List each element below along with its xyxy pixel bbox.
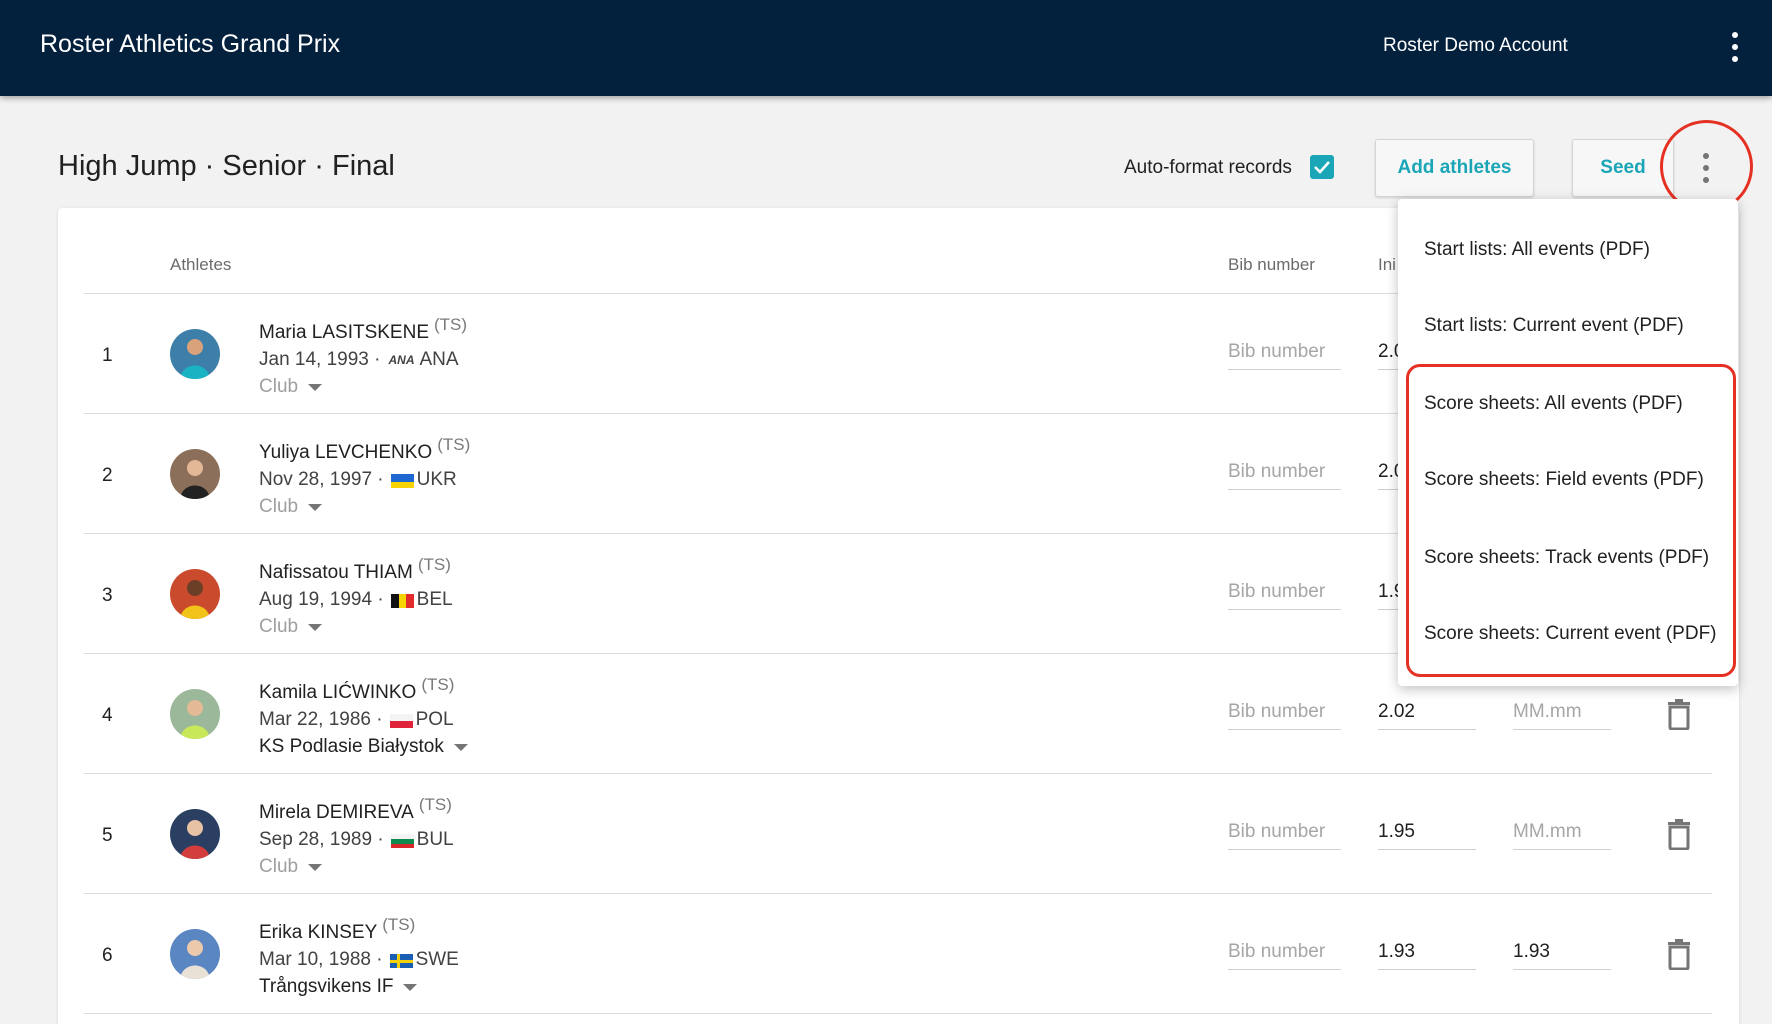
athlete-name[interactable]: Erika KINSEY (TS) (259, 915, 415, 944)
bib-input[interactable]: Bib number (1228, 698, 1341, 730)
athlete-name[interactable]: Maria LASITSKENE (TS) (259, 315, 467, 344)
club-select[interactable]: KS Podlasie Białystok (259, 736, 468, 758)
header-bib: Bib number (1228, 255, 1315, 274)
poland-flag-icon (389, 713, 413, 728)
belgium-flag-icon (390, 593, 414, 608)
avatar (170, 929, 220, 979)
auto-format-label: Auto-format records (1124, 157, 1292, 178)
initial-input[interactable]: 1.93 (1378, 938, 1476, 970)
annotation-rectangle (1406, 364, 1736, 677)
row-number: 6 (102, 945, 113, 966)
table-row: 5 Mirela DEMIREVA (TS) Sep 28, 1989 · BUL… (0, 773, 1772, 893)
club-select[interactable]: Club (259, 376, 323, 398)
row-number: 5 (102, 825, 113, 846)
athlete-name[interactable]: Yuliya LEVCHENKO (TS) (259, 435, 470, 464)
row-number: 2 (102, 465, 113, 486)
caret-down-icon (308, 503, 323, 511)
avatar (170, 329, 220, 379)
page-title: High Jump · Senior · Final (58, 150, 395, 182)
athlete-meta: Mar 22, 1986 · POL (259, 709, 454, 730)
account-name[interactable]: Roster Demo Account (1383, 35, 1568, 57)
sweden-flag-icon (389, 953, 413, 968)
club-select[interactable]: Club (259, 496, 323, 518)
check-icon (1314, 161, 1330, 174)
bib-input[interactable]: Bib number (1228, 458, 1341, 490)
trash-icon[interactable] (1666, 938, 1692, 971)
ukraine-flag-icon (390, 473, 414, 488)
avatar (170, 449, 220, 499)
app-menu-icon[interactable] (1721, 27, 1749, 67)
row-number: 3 (102, 585, 113, 606)
avatar (170, 689, 220, 739)
caret-down-icon (308, 863, 323, 871)
bib-input[interactable]: Bib number (1228, 578, 1341, 610)
row-divider (84, 1013, 1712, 1014)
menu-item-start-lists-all[interactable]: Start lists: All events (PDF) (1424, 239, 1650, 261)
athlete-meta: Nov 28, 1997 · UKR (259, 469, 457, 490)
bulgaria-flag-icon (390, 833, 414, 848)
athlete-meta: Mar 10, 1988 · SWE (259, 949, 459, 970)
add-athletes-button[interactable]: Add athletes (1375, 139, 1534, 197)
club-select[interactable]: Club (259, 616, 323, 638)
athlete-name[interactable]: Kamila LIĆWINKO (TS) (259, 675, 454, 704)
row-number: 4 (102, 705, 113, 726)
caret-down-icon (308, 623, 323, 631)
seed-button[interactable]: Seed (1572, 139, 1674, 197)
athlete-name[interactable]: Nafissatou THIAM (TS) (259, 555, 451, 584)
app-bar: Roster Athletics Grand Prix Roster Demo … (0, 0, 1772, 96)
athlete-name[interactable]: Mirela DEMIREVA (TS) (259, 795, 452, 824)
trash-icon[interactable] (1666, 698, 1692, 731)
caret-down-icon (308, 383, 323, 391)
best-input[interactable]: MM.mm (1513, 698, 1611, 730)
avatar (170, 569, 220, 619)
menu-item-start-lists-current[interactable]: Start lists: Current event (PDF) (1424, 315, 1684, 337)
initial-input[interactable]: 2.02 (1378, 698, 1476, 730)
caret-down-icon (453, 743, 468, 751)
bib-input[interactable]: Bib number (1228, 338, 1341, 370)
caret-down-icon (403, 983, 418, 991)
club-select[interactable]: Trångsvikens IF (259, 976, 418, 998)
bib-input[interactable]: Bib number (1228, 938, 1341, 970)
auto-format-checkbox[interactable] (1310, 155, 1334, 179)
initial-input[interactable]: 1.95 (1378, 818, 1476, 850)
athlete-meta: Sep 28, 1989 · BUL (259, 829, 454, 850)
header-athletes: Athletes (170, 255, 232, 274)
best-input[interactable]: MM.mm (1513, 818, 1611, 850)
row-number: 1 (102, 345, 113, 366)
club-select[interactable]: Club (259, 856, 323, 878)
app-title: Roster Athletics Grand Prix (40, 30, 341, 58)
ana-logo-icon: ANA (388, 353, 415, 367)
avatar (170, 809, 220, 859)
athlete-meta: Jan 14, 1993 · ANA ANA (259, 349, 459, 370)
header-initial: Ini (1378, 255, 1396, 274)
bib-input[interactable]: Bib number (1228, 818, 1341, 850)
trash-icon[interactable] (1666, 818, 1692, 851)
table-row: 6 Erika KINSEY (TS) Mar 10, 1988 · SWE Tr… (0, 893, 1772, 1013)
athlete-meta: Aug 19, 1994 · BEL (259, 589, 453, 610)
best-input[interactable]: 1.93 (1513, 938, 1611, 970)
